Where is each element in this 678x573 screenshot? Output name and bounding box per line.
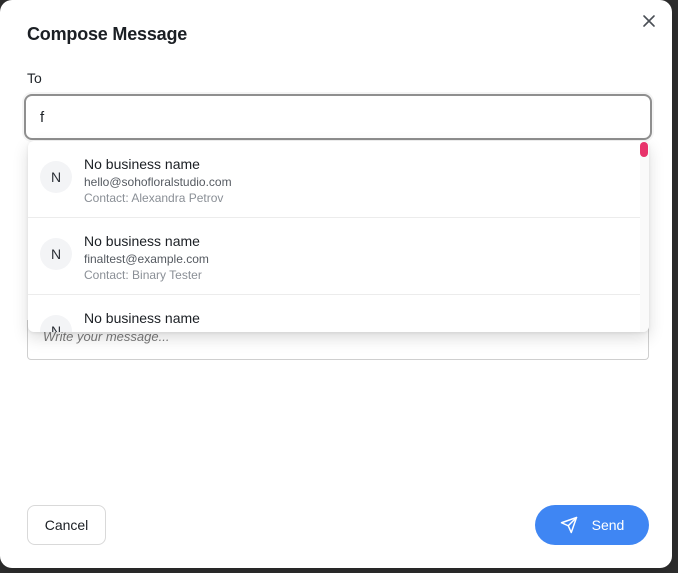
suggestion-item[interactable]: N No business name finaltest@example.com… bbox=[28, 218, 640, 295]
send-icon bbox=[560, 516, 578, 534]
suggestion-contact: Contact: Alexandra Petrov bbox=[84, 191, 224, 205]
suggestion-business-name: No business name bbox=[84, 233, 200, 249]
to-label: To bbox=[27, 70, 42, 86]
send-button[interactable]: Send bbox=[535, 505, 649, 545]
scrollbar-track[interactable] bbox=[640, 141, 649, 332]
to-input-wrapper bbox=[24, 94, 652, 140]
close-button[interactable] bbox=[640, 12, 658, 30]
suggestion-item[interactable]: N No business name hello@sohofloralstudi… bbox=[28, 141, 640, 218]
close-icon bbox=[640, 12, 658, 30]
suggestion-item[interactable]: N No business name bbox=[28, 295, 640, 332]
suggestion-email: finaltest@example.com bbox=[84, 252, 209, 266]
suggestion-list: N No business name hello@sohofloralstudi… bbox=[28, 141, 640, 332]
avatar: N bbox=[40, 161, 72, 193]
recipient-input[interactable] bbox=[26, 96, 650, 138]
cancel-button[interactable]: Cancel bbox=[27, 505, 106, 545]
suggestion-email: hello@sohofloralstudio.com bbox=[84, 175, 232, 189]
avatar: N bbox=[40, 315, 72, 332]
dialog-title: Compose Message bbox=[27, 24, 188, 44]
scrollbar-thumb[interactable] bbox=[640, 142, 648, 157]
compose-message-dialog: Compose Message To N No business name he… bbox=[0, 0, 672, 568]
avatar: N bbox=[40, 238, 72, 270]
send-button-label: Send bbox=[591, 517, 625, 533]
recipient-suggestions: N No business name hello@sohofloralstudi… bbox=[28, 141, 649, 332]
suggestion-contact: Contact: Binary Tester bbox=[84, 268, 202, 282]
suggestion-business-name: No business name bbox=[84, 156, 200, 172]
suggestion-business-name: No business name bbox=[84, 310, 200, 326]
